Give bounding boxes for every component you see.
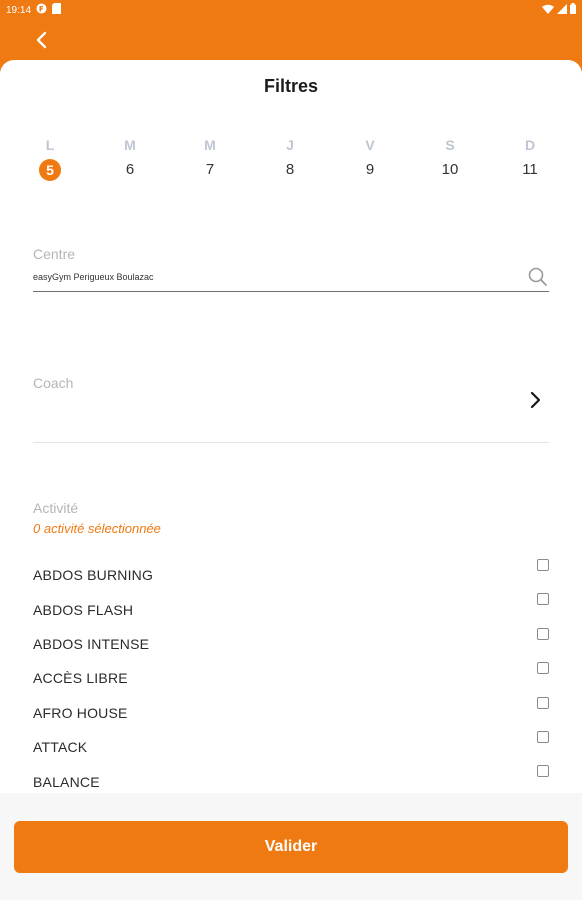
activity-item[interactable]: ACCÈS LIBRE xyxy=(33,661,553,695)
day-wednesday[interactable]: M 7 xyxy=(185,135,235,181)
centre-search-button[interactable] xyxy=(526,265,550,289)
day-number: 10 xyxy=(441,161,459,178)
day-letter: J xyxy=(286,137,294,153)
activity-name: BALANCE xyxy=(33,773,100,790)
day-picker: L 5 M 6 M 7 J 8 V 9 S 10 D 11 xyxy=(0,135,582,185)
day-letter: M xyxy=(204,137,216,153)
activity-item[interactable]: ABDOS INTENSE xyxy=(33,627,553,661)
activity-checkbox[interactable] xyxy=(537,559,549,571)
day-number: 5 xyxy=(39,159,61,181)
chevron-right-icon xyxy=(530,391,541,409)
bottom-action-area: Valider xyxy=(0,793,582,900)
centre-label: Centre xyxy=(33,246,76,262)
day-saturday[interactable]: S 10 xyxy=(425,135,475,181)
status-left: 19:14 xyxy=(6,3,62,17)
page-title: Filtres xyxy=(263,76,319,96)
activity-checkbox[interactable] xyxy=(537,730,549,743)
activity-list: ABDOS BURNING ABDOS FLASH ABDOS INTENSE … xyxy=(33,558,553,799)
day-number: 11 xyxy=(522,161,538,178)
day-number: 6 xyxy=(125,161,135,178)
activity-item[interactable]: AFRO HOUSE xyxy=(33,696,553,730)
wifi-icon xyxy=(542,4,554,17)
activity-name: ABDOS INTENSE xyxy=(33,635,150,652)
app-notification-icon xyxy=(36,3,47,17)
day-letter: M xyxy=(124,137,136,153)
day-monday[interactable]: L 5 xyxy=(25,135,75,181)
signal-icon xyxy=(557,3,567,17)
activity-label: Activité xyxy=(33,500,79,516)
day-number: 7 xyxy=(205,161,215,178)
activity-name: ACCÈS LIBRE xyxy=(33,670,128,687)
centre-field[interactable]: easyGym Perigueux Boulazac xyxy=(33,272,154,282)
centre-underline xyxy=(33,291,549,292)
validate-button[interactable]: Valider xyxy=(14,821,568,873)
activity-item[interactable]: ABDOS FLASH xyxy=(33,592,553,626)
activity-checkbox[interactable] xyxy=(537,627,549,640)
day-friday[interactable]: V 9 xyxy=(345,135,395,181)
search-icon xyxy=(528,267,547,286)
activity-checkbox[interactable] xyxy=(537,696,549,709)
activity-name: AFRO HOUSE xyxy=(33,704,128,721)
day-number: 8 xyxy=(285,161,295,178)
battery-icon xyxy=(570,3,576,17)
activity-item[interactable]: ABDOS BURNING xyxy=(33,558,553,592)
day-sunday[interactable]: D 11 xyxy=(505,135,555,181)
coach-selector[interactable] xyxy=(33,372,549,442)
day-thursday[interactable]: J 8 xyxy=(265,135,315,181)
activity-count: 0 activité sélectionnée xyxy=(33,521,161,536)
day-tuesday[interactable]: M 6 xyxy=(105,135,155,181)
status-time: 19:14 xyxy=(6,4,32,16)
activity-checkbox[interactable] xyxy=(537,662,549,675)
activity-name: ABDOS BURNING xyxy=(33,567,154,584)
day-letter: V xyxy=(365,137,375,153)
day-number: 9 xyxy=(365,161,375,178)
activity-checkbox[interactable] xyxy=(537,593,549,606)
coach-chevron-button[interactable] xyxy=(527,390,543,410)
day-letter: L xyxy=(45,137,55,153)
status-right xyxy=(542,3,576,17)
status-bar: 19:14 xyxy=(0,0,582,20)
activity-name: ATTACK xyxy=(33,739,88,756)
activity-item[interactable]: ATTACK xyxy=(33,730,553,764)
activity-checkbox[interactable] xyxy=(537,765,549,778)
app-bar xyxy=(0,20,582,60)
filter-sheet: Filtres L 5 M 6 M 7 J 8 V 9 S 10 D 11 Ce… xyxy=(0,60,582,900)
day-letter: D xyxy=(524,137,536,153)
activity-name: ABDOS FLASH xyxy=(33,601,134,618)
sd-card-icon xyxy=(52,3,62,17)
coach-divider xyxy=(33,442,549,443)
chevron-left-icon xyxy=(36,31,47,49)
day-letter: S xyxy=(445,137,455,153)
back-button[interactable] xyxy=(30,28,54,52)
